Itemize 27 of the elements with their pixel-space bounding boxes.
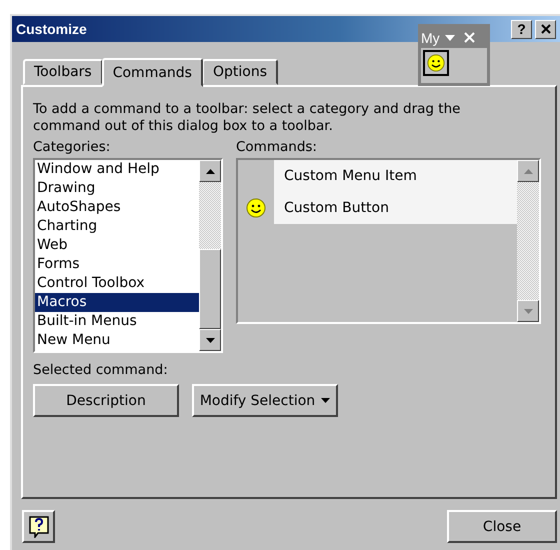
category-item[interactable]: AutoShapes	[35, 198, 199, 217]
category-item[interactable]: Charting	[35, 217, 199, 236]
commands-list[interactable]: Custom Menu Item Custom Button	[236, 158, 541, 324]
modify-selection-button[interactable]: Modify Selection	[192, 384, 338, 417]
command-item[interactable]: Custom Button	[274, 192, 517, 224]
category-item[interactable]: Web	[35, 236, 199, 255]
category-item[interactable]: Control Toolbox	[35, 274, 199, 293]
category-item[interactable]: Window and Help	[35, 160, 199, 179]
category-item[interactable]: Built-in Menus	[35, 312, 199, 331]
category-item[interactable]: Forms	[35, 255, 199, 274]
tab[interactable]: Options	[202, 59, 278, 85]
tab[interactable]: Commands	[102, 58, 203, 87]
description-button[interactable]: Description	[33, 384, 179, 417]
selected-command-label: Selected command:	[33, 362, 169, 379]
window-title: Customize	[16, 21, 88, 37]
categories-label: Categories:	[33, 139, 112, 156]
instructions-text: To add a command to a toolbar: select a category and drag the command out of this dialog box to a toolbar.	[33, 101, 462, 135]
categories-list[interactable]: Window and Help Drawing AutoShapes Charting Web Forms Control Toolbox Macros Built-in Menus New Menu	[33, 158, 223, 353]
category-item[interactable]: New Menu	[35, 331, 199, 350]
command-item[interactable]: Custom Menu Item	[274, 160, 517, 192]
category-item[interactable]: Drawing	[35, 179, 199, 198]
close-button[interactable]: Close	[447, 510, 557, 543]
category-item[interactable]: Macros	[35, 293, 199, 312]
commands-label: Commands:	[236, 139, 318, 156]
toolbar-title: My	[421, 30, 441, 46]
help-button[interactable]: ?	[511, 20, 532, 38]
tab[interactable]: Toolbars	[23, 59, 103, 85]
